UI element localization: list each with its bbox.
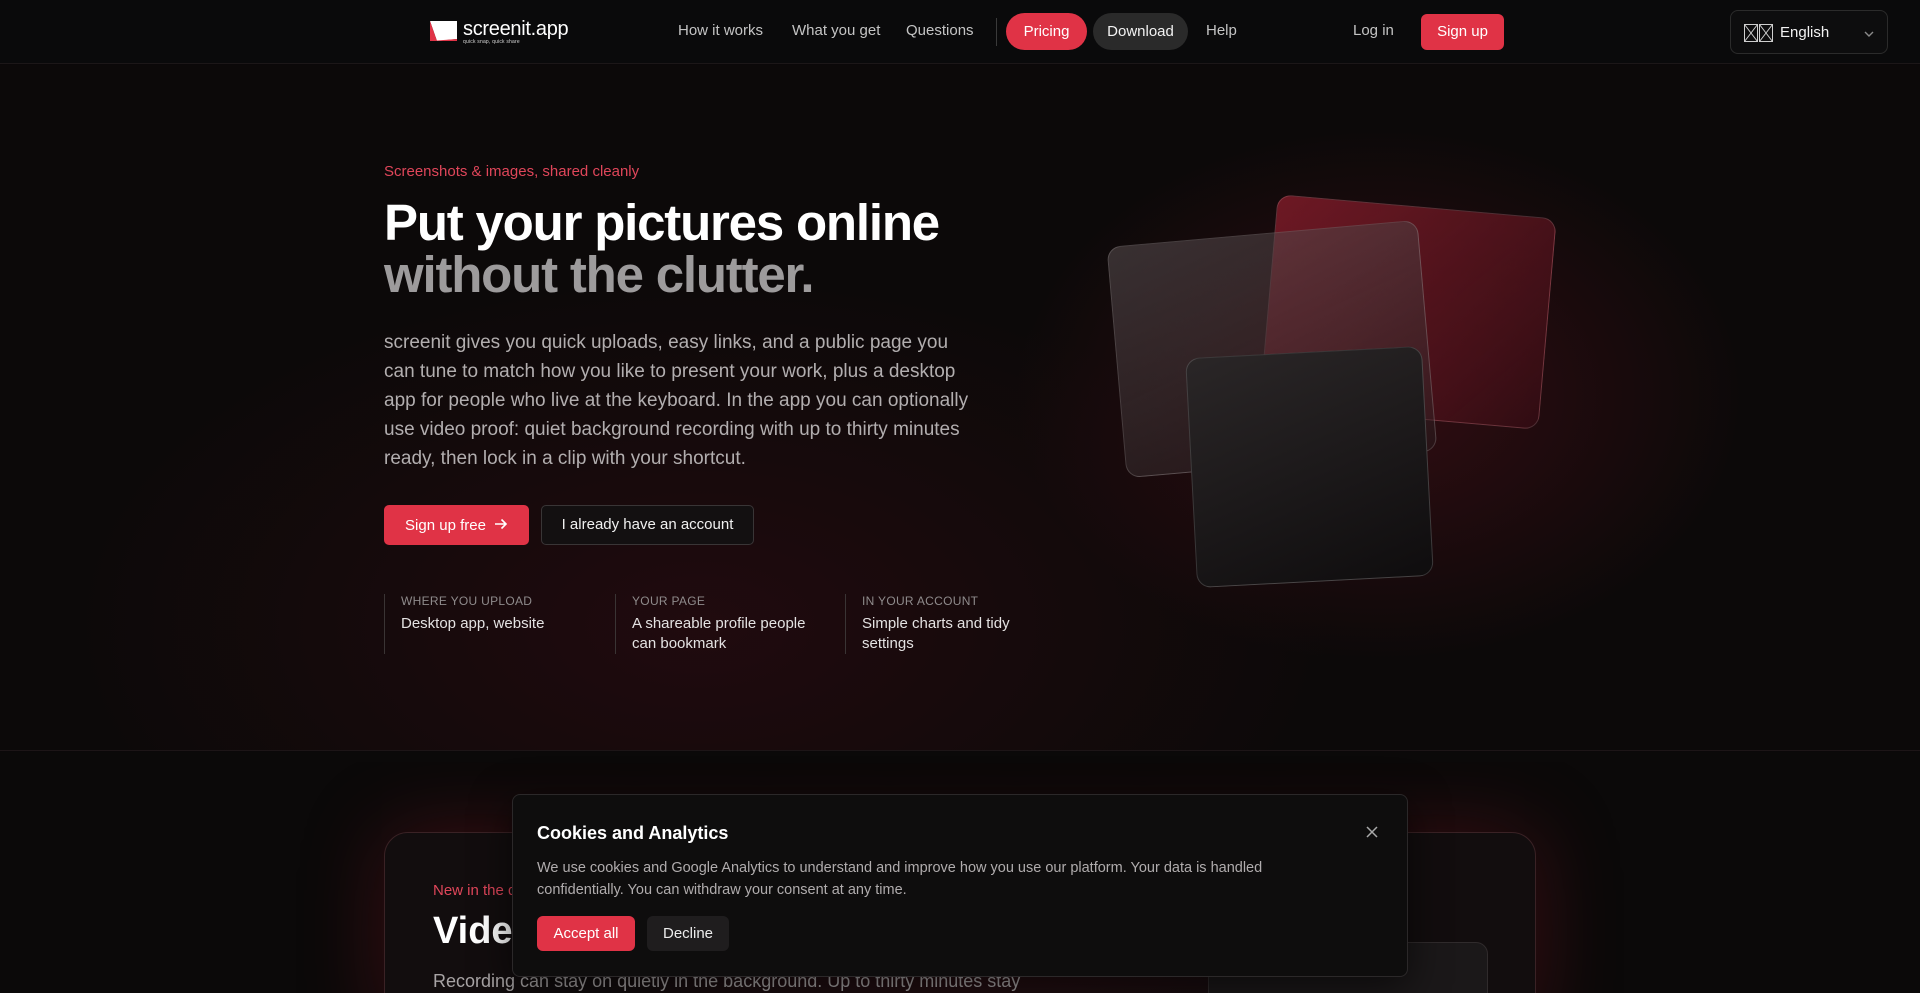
flag-icon [1744, 24, 1773, 42]
feature-in-your-account: In your account Simple charts and tidy s… [845, 594, 1025, 654]
hero-title-line-2: without the clutter. [384, 246, 815, 303]
nav-link-how-it-works[interactable]: How it works [678, 22, 763, 39]
language-select[interactable]: English [1730, 10, 1888, 54]
hero-description: screenit gives you quick uploads, easy l… [384, 332, 969, 469]
signup-free-button[interactable]: Sign up free [384, 505, 529, 545]
cookie-title: Cookies and Analytics [537, 823, 729, 843]
signup-free-label: Sign up free [405, 516, 486, 534]
feature-value: Desktop app, website [401, 615, 545, 632]
illustration-card-dark [1185, 345, 1434, 589]
feature-where-you-upload: Where you upload Desktop app, website [384, 594, 599, 654]
nav-download-button[interactable]: Download [1093, 13, 1188, 50]
logo-tagline: quick snap, quick share [463, 39, 520, 45]
cookie-consent-dialog: Cookies and Analytics We use cookies and… [512, 794, 1408, 977]
nav-link-questions[interactable]: Questions [906, 22, 974, 39]
nav-divider [996, 18, 997, 46]
hero-eyebrow: Screenshots & images, shared cleanly [384, 163, 640, 180]
logo-link[interactable]: screenit.app quick snap, quick share [428, 18, 569, 45]
logo-icon [428, 19, 459, 43]
chevron-down-icon [1863, 27, 1875, 39]
feature-label: In your account [862, 594, 979, 608]
hero-section: Screenshots & images, shared cleanly Put… [0, 65, 1920, 751]
promo-eyebrow: New in the d [433, 882, 517, 899]
close-icon[interactable] [1365, 825, 1379, 839]
nav-link-help[interactable]: Help [1206, 22, 1237, 39]
logo-name: screenit.app [463, 18, 569, 40]
feature-label: Your page [632, 594, 706, 608]
feature-value: A shareable profile people can bookmark [632, 615, 806, 652]
existing-account-button[interactable]: I already have an account [541, 505, 754, 545]
feature-your-page: Your page A shareable profile people can… [615, 594, 815, 654]
feature-value: Simple charts and tidy settings [862, 615, 1010, 652]
top-nav: screenit.app quick snap, quick share How… [0, 0, 1920, 64]
promo-title: Vide [433, 910, 513, 952]
login-link[interactable]: Log in [1353, 22, 1394, 39]
nav-link-what-you-get[interactable]: What you get [792, 22, 880, 39]
language-label: English [1780, 24, 1830, 41]
decline-button[interactable]: Decline [647, 916, 729, 951]
signup-button[interactable]: Sign up [1421, 14, 1504, 50]
cookie-text: We use cookies and Google Analytics to u… [537, 860, 1263, 898]
nav-pricing-button[interactable]: Pricing [1006, 13, 1087, 50]
arrow-right-icon [494, 517, 508, 534]
feature-label: Where you upload [401, 594, 533, 608]
accept-all-button[interactable]: Accept all [537, 916, 635, 951]
hero-title-line-1: Put your pictures online [384, 194, 940, 251]
